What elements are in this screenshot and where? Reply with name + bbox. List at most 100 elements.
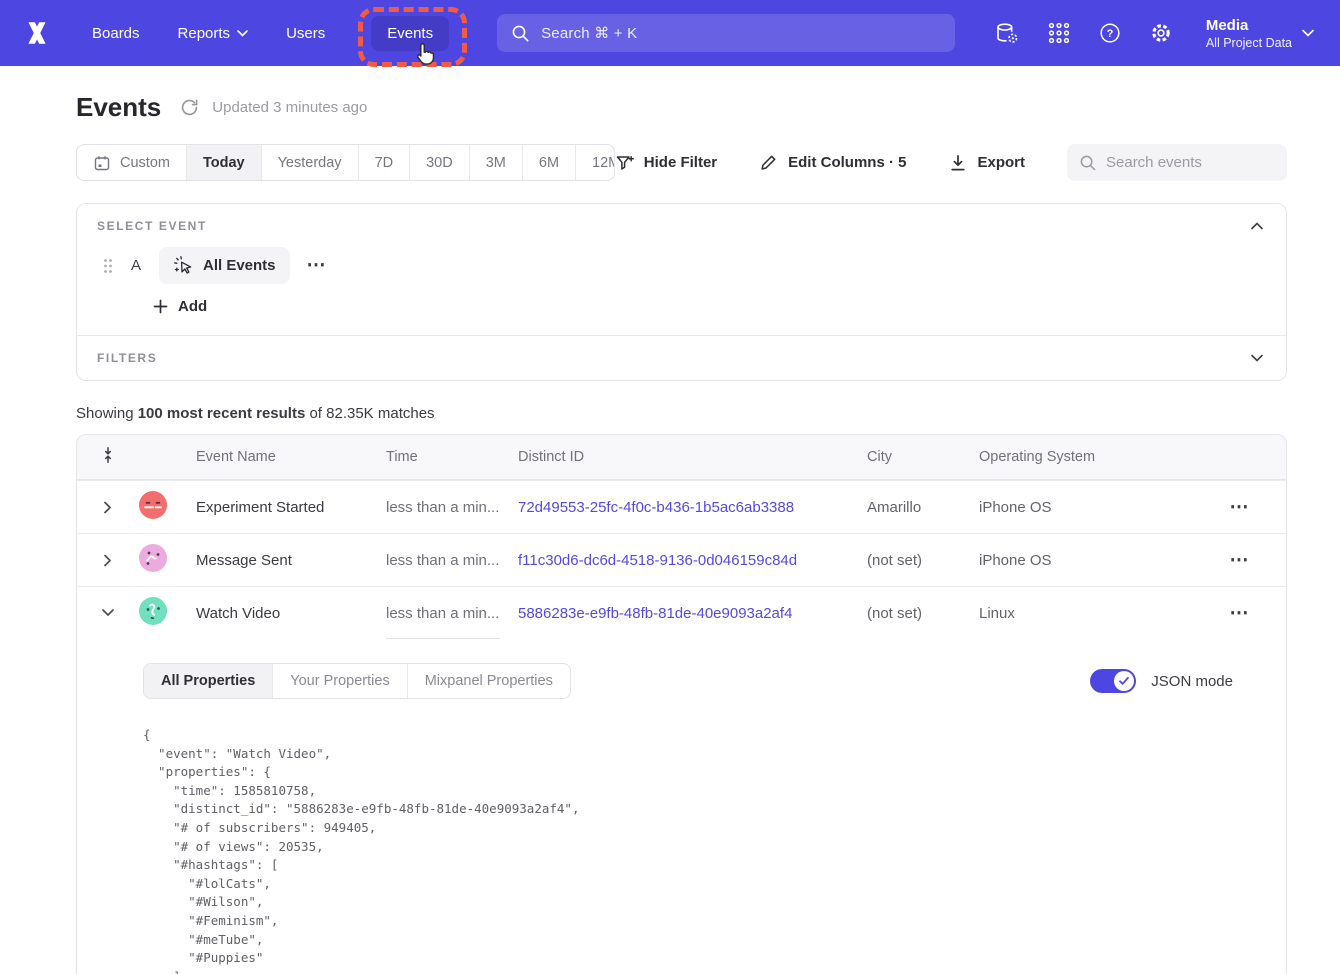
tab-your-properties[interactable]: Your Properties [272,664,406,698]
filters-title: FILTERS [97,351,157,365]
event-json-view: { "event": "Watch Video", "properties": … [143,726,1233,974]
cell-time: less than a min... [386,605,518,622]
updated-timestamp: Updated 3 minutes ago [212,99,367,116]
edit-columns-button[interactable]: Edit Columns · 5 [759,153,906,173]
table-row-expanded[interactable]: Watch Video less than a min... 5886283e-… [77,586,1286,639]
events-table: Event Name Time Distinct ID City Operati… [76,434,1287,974]
date-range-7d[interactable]: 7D [358,145,410,180]
date-range-custom[interactable]: Custom [77,145,186,180]
refresh-icon[interactable] [180,98,199,117]
date-range-12m[interactable]: 12M [575,145,615,180]
cell-city: (not set) [867,605,979,622]
date-range-today[interactable]: Today [186,145,261,180]
global-search[interactable]: Search ⌘ + K [497,14,955,52]
help-icon[interactable]: ? [1098,21,1122,45]
pencil-icon [759,153,779,173]
cell-city: Amarillo [867,499,979,516]
date-range-30d[interactable]: 30D [409,145,469,180]
event-avatar [139,597,196,629]
page-title: Events [76,92,161,123]
cell-time: less than a min... [386,499,518,516]
cell-city: (not set) [867,552,979,569]
sparkle-cursor-icon [173,255,194,276]
row-menu-icon[interactable]: ⋯ [1230,549,1250,572]
select-event-title: SELECT EVENT [97,219,207,233]
date-range-yesterday[interactable]: Yesterday [261,145,358,180]
column-city: City [867,449,979,465]
project-scope: All Project Data [1206,35,1292,51]
settings-gear-icon[interactable] [1149,21,1173,45]
event-detail-panel: All Properties Your Properties Mixpanel … [77,639,1286,974]
chevron-down-icon [237,30,248,37]
expand-row-icon[interactable] [96,548,120,573]
tab-mixpanel-properties[interactable]: Mixpanel Properties [407,664,570,698]
properties-tabs: All Properties Your Properties Mixpanel … [143,663,571,699]
results-summary: Showing 100 most recent results of 82.35… [76,405,1287,422]
distinct-id-link[interactable]: 5886283e-e9fb-48fb-81de-40e9093a2af4 [518,605,792,622]
cell-event-name: Message Sent [196,552,386,569]
distinct-id-link[interactable]: f11c30d6-dc6d-4518-9136-0d046159c84d [518,552,797,569]
column-event-name: Event Name [196,449,386,465]
expand-filters-icon[interactable] [1248,351,1266,365]
column-operating-system: Operating System [979,449,1193,465]
search-icon [511,24,530,43]
table-row[interactable]: Message Sent less than a min... f11c30d6… [77,533,1286,586]
nav-item-reports[interactable]: Reports [178,25,249,42]
distinct-id-link[interactable]: 72d49553-25fc-4f0c-b436-1b5ac6ab3388 [518,499,794,516]
search-events-box [1067,144,1287,181]
tab-all-properties[interactable]: All Properties [144,664,272,698]
json-mode-label: JSON mode [1151,673,1233,690]
nav-item-events[interactable]: Events [371,16,449,51]
row-menu-icon[interactable]: ⋯ [1230,602,1250,625]
expand-row-icon[interactable] [96,495,120,520]
cell-os: iPhone OS [979,499,1193,516]
json-mode-toggle[interactable] [1090,669,1136,693]
toggle-knob [1114,671,1134,691]
search-icon [1079,154,1097,172]
export-button[interactable]: Export [948,153,1025,173]
project-name: Media [1206,16,1292,35]
svg-text:?: ? [1106,28,1113,40]
event-avatar [139,544,196,576]
add-event-button[interactable]: Add [153,298,207,315]
event-selector-chip[interactable]: All Events [159,247,290,284]
cell-os: Linux [979,605,1193,622]
filters-section[interactable]: FILTERS [77,336,1286,380]
calendar-icon [93,154,111,172]
collapse-section-icon[interactable] [1248,219,1266,233]
filter-plus-icon [615,153,635,173]
hide-filter-button[interactable]: Hide Filter [615,153,717,173]
cell-os: iPhone OS [979,552,1193,569]
date-range-3m[interactable]: 3M [469,145,522,180]
data-management-icon[interactable] [994,21,1020,46]
event-row-letter: A [130,257,142,274]
nav-item-boards[interactable]: Boards [92,25,140,42]
search-events-input[interactable] [1106,154,1266,171]
cell-event-name: Watch Video [196,605,386,622]
global-search-placeholder: Search ⌘ + K [541,24,637,42]
table-header-row: Event Name Time Distinct ID City Operati… [77,435,1286,480]
date-range-control: Custom Today Yesterday 7D 30D 3M 6M 12M [76,144,615,181]
sort-time-icon[interactable] [99,446,117,468]
row-menu-icon[interactable]: ⋯ [1230,496,1250,519]
column-distinct-id: Distinct ID [518,449,867,465]
apps-grid-icon[interactable] [1047,21,1071,45]
cell-time: less than a min... [386,552,518,569]
top-navbar: Boards Reports Users Events Search ⌘ + K [0,0,1340,66]
query-builder-card: SELECT EVENT A All Events [76,203,1287,381]
table-row[interactable]: Experiment Started less than a min... 72… [77,480,1286,533]
drag-handle-icon[interactable] [103,258,113,274]
date-range-6m[interactable]: 6M [522,145,575,180]
download-icon [948,153,968,173]
event-row-menu-icon[interactable]: ⋯ [307,261,327,271]
nav-item-users[interactable]: Users [286,25,325,42]
event-avatar [139,491,196,523]
collapse-row-icon[interactable] [96,601,121,625]
mixpanel-logo-icon[interactable] [22,18,52,48]
project-selector[interactable]: Media All Project Data [1206,16,1314,51]
column-time: Time [386,449,518,465]
plus-icon [153,299,168,314]
chevron-down-icon [1302,29,1314,37]
event-chip-label: All Events [203,257,276,274]
cell-event-name: Experiment Started [196,499,386,516]
